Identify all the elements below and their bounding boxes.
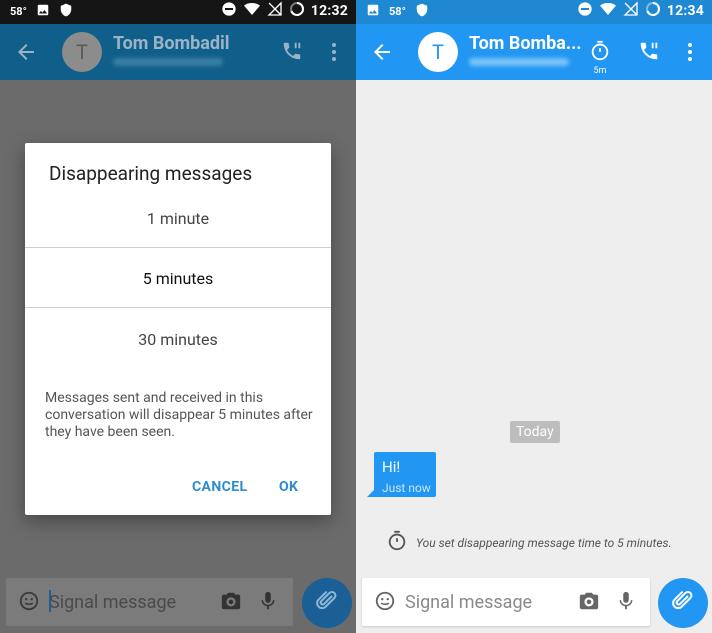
divider — [25, 307, 331, 308]
incoming-message-bubble[interactable]: Hi! Just now — [367, 452, 436, 497]
disappearing-timer-button[interactable]: 5m — [588, 40, 612, 80]
timer-label: 5m — [593, 66, 607, 76]
camera-icon[interactable] — [220, 590, 244, 614]
bubble-tail — [367, 489, 375, 497]
emoji-icon[interactable] — [374, 590, 398, 614]
compose-bar: Signal message — [6, 578, 293, 626]
clock: 12:32 — [310, 2, 348, 19]
contact-name[interactable]: Tom Bomba... — [469, 33, 582, 54]
contact-number-redacted — [469, 58, 569, 66]
camera-icon[interactable] — [578, 590, 602, 614]
option-5-minutes[interactable]: 5 minutes — [25, 269, 331, 288]
wifi-icon — [243, 1, 261, 20]
contact-number-redacted — [113, 58, 223, 66]
app-bar: T Tom Bombadil — [0, 24, 356, 80]
attach-icon — [671, 589, 695, 617]
temperature: 58° — [10, 5, 27, 18]
dialog-description: Messages sent and received in this conve… — [45, 390, 313, 440]
call-icon[interactable] — [638, 40, 662, 64]
battery-icon — [289, 1, 305, 20]
left-screen: 58° 12:32 T Tom Bombadil Disappearing me… — [0, 0, 356, 633]
message-input[interactable]: Signal message — [49, 592, 176, 613]
attach-button[interactable] — [302, 578, 352, 628]
mic-icon[interactable] — [257, 590, 281, 614]
message-input[interactable]: Signal message — [405, 592, 532, 613]
more-vert-icon[interactable] — [322, 40, 346, 64]
divider — [25, 247, 331, 248]
app-bar: T Tom Bomba... 5m — [356, 24, 712, 80]
shield-icon — [415, 3, 429, 20]
option-1-minute[interactable]: 1 minute — [25, 209, 331, 228]
date-divider: Today — [510, 421, 560, 443]
ok-button[interactable]: OK — [279, 479, 298, 495]
shield-icon — [59, 3, 73, 20]
timer-icon — [386, 530, 408, 556]
call-icon[interactable] — [281, 40, 305, 64]
status-bar: 58° 12:32 — [0, 0, 356, 24]
attach-icon — [315, 589, 339, 617]
wifi-icon — [599, 1, 617, 20]
back-arrow-icon[interactable] — [370, 40, 394, 64]
battery-icon — [645, 1, 661, 20]
clock: 12:34 — [666, 2, 704, 19]
attach-button[interactable] — [658, 578, 708, 628]
back-arrow-icon[interactable] — [14, 40, 38, 64]
option-30-minutes[interactable]: 30 minutes — [25, 330, 331, 349]
avatar[interactable]: T — [418, 32, 458, 72]
disappearing-messages-dialog: Disappearing messages 1 minute 5 minutes… — [25, 143, 331, 515]
mic-icon[interactable] — [615, 590, 639, 614]
dialog-title: Disappearing messages — [49, 162, 253, 185]
dnd-icon — [577, 1, 593, 20]
message-timestamp: Just now — [382, 481, 431, 495]
more-vert-icon[interactable] — [678, 40, 702, 64]
no-signal-icon — [267, 1, 283, 20]
system-message-text: You set disappearing message time to 5 m… — [416, 536, 672, 550]
system-message: You set disappearing message time to 5 m… — [386, 530, 672, 556]
dnd-icon — [221, 1, 237, 20]
image-icon — [36, 3, 50, 20]
message-text: Hi! — [382, 458, 401, 476]
compose-bar: Signal message — [362, 578, 650, 626]
contact-name[interactable]: Tom Bombadil — [113, 33, 230, 54]
emoji-icon[interactable] — [18, 590, 42, 614]
temperature: 58° — [389, 5, 406, 18]
no-signal-icon — [623, 1, 639, 20]
image-icon — [366, 3, 380, 20]
cancel-button[interactable]: CANCEL — [192, 479, 247, 495]
right-screen: 58° 12:34 T Tom Bomba... 5m Today Hi! Ju… — [356, 0, 712, 633]
status-bar: 58° 12:34 — [356, 0, 712, 24]
timer-icon — [589, 40, 611, 66]
avatar[interactable]: T — [62, 32, 102, 72]
